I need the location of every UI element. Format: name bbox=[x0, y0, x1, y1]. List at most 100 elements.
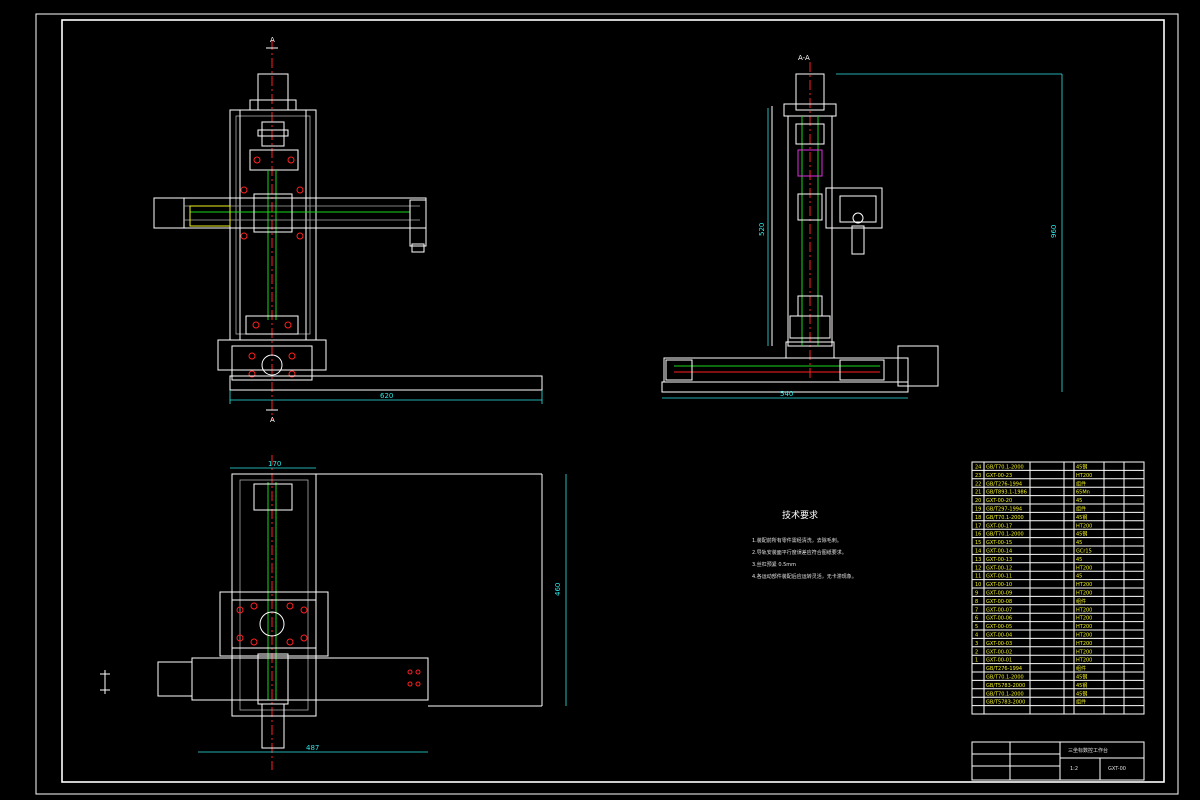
drawing-name: 三坐标数控工作台 bbox=[1068, 747, 1108, 754]
bom-cell: HT200 bbox=[1076, 523, 1092, 529]
bom-cell: 3 bbox=[975, 641, 978, 647]
bom-cell: 45 bbox=[1076, 540, 1082, 546]
bom-cell: GXT-00-20 bbox=[986, 498, 1012, 504]
bom-cell: GB/T70.1-2000 bbox=[986, 532, 1024, 538]
bom-cell: 6 bbox=[975, 616, 978, 622]
bom-cell: HT200 bbox=[1076, 582, 1092, 588]
bom-cell: 22 bbox=[975, 481, 981, 487]
bom-cell: 2 bbox=[975, 649, 978, 655]
bom-cell: GB/T70.1-2000 bbox=[986, 675, 1024, 681]
bom-cell: HT200 bbox=[1076, 565, 1092, 571]
front-view: A A 620 bbox=[153, 36, 543, 424]
bom-cell: 21 bbox=[975, 490, 981, 496]
bom-cell: 18 bbox=[975, 515, 981, 521]
bom-cell: GXT-00-15 bbox=[986, 540, 1012, 546]
bom-cell: 45 bbox=[1076, 557, 1082, 563]
bom-cell: 24 bbox=[975, 465, 981, 471]
bom-cell: HT200 bbox=[1076, 624, 1092, 630]
bom-cell: 组件 bbox=[1076, 665, 1086, 672]
bom-cell: 4 bbox=[975, 633, 978, 639]
bom-cell: 7 bbox=[975, 607, 978, 613]
bom-cell: GXT-00-03 bbox=[986, 641, 1012, 647]
bom-cell: GXT-00-23 bbox=[986, 473, 1012, 479]
bom-cell: GXT-00-01 bbox=[986, 658, 1012, 664]
top-dim-width2: 487 bbox=[306, 744, 319, 752]
note-1: 1.装配前所有零件需经清洗，去除毛刺。 bbox=[752, 537, 842, 544]
bom-cell: GXT-00-17 bbox=[986, 523, 1012, 529]
section-mark-bottom: A bbox=[270, 416, 275, 424]
bom-cell: 45钢 bbox=[1076, 514, 1087, 521]
bom-cell: 65Mn bbox=[1076, 490, 1090, 496]
bom-cell: HT200 bbox=[1076, 591, 1092, 597]
bom-cell: HT200 bbox=[1076, 641, 1092, 647]
bom-cell: GXT-00-09 bbox=[986, 591, 1012, 597]
bom-cell: 45 bbox=[1076, 574, 1082, 580]
bom-cell: 23 bbox=[975, 473, 981, 479]
bom-cell: 15 bbox=[975, 540, 981, 546]
bom-cell: 14 bbox=[975, 549, 981, 555]
bom-cell: 8 bbox=[975, 599, 978, 605]
note-2: 2.导轨安装面平行度误差应符合图纸要求。 bbox=[752, 549, 847, 556]
bom-cell: 45钢 bbox=[1076, 690, 1087, 697]
section-mark-top: A bbox=[270, 36, 275, 44]
bom-cell: GXT-00-08 bbox=[986, 599, 1012, 605]
bom-cell: 组件 bbox=[1076, 480, 1086, 487]
bom-cell: HT200 bbox=[1076, 633, 1092, 639]
bom-cell: 11 bbox=[975, 574, 981, 580]
front-dim-width: 620 bbox=[380, 392, 393, 400]
cad-drawing-sheet: A A 620 A-A 960 520 540 170 460 487 技术要求… bbox=[35, 13, 1179, 795]
bom-cell: 组件 bbox=[1076, 598, 1086, 605]
bom-cell: 组件 bbox=[1076, 506, 1086, 513]
side-dim-width: 540 bbox=[780, 390, 793, 398]
bom-cell: HT200 bbox=[1076, 649, 1092, 655]
bom-cell: 16 bbox=[975, 532, 981, 538]
bom-cell: GB/T70.1-2000 bbox=[986, 691, 1024, 697]
bom-cell: 10 bbox=[975, 582, 981, 588]
side-section-label: A-A bbox=[798, 54, 810, 62]
bom-cell: GXT-00-05 bbox=[986, 624, 1012, 630]
technical-notes: 技术要求 1.装配前所有零件需经清洗，去除毛刺。 2.导轨安装面平行度误差应符合… bbox=[752, 509, 857, 580]
top-dim-width: 170 bbox=[268, 460, 281, 468]
top-dim-height: 460 bbox=[554, 583, 562, 596]
bom-cell: 5 bbox=[975, 624, 978, 630]
bom-cell: GB/T276-1994 bbox=[986, 481, 1022, 487]
bom-cell: HT200 bbox=[1076, 473, 1092, 479]
bom-cell: 组件 bbox=[1076, 699, 1086, 706]
bom-cell: GB/T70.1-2000 bbox=[986, 465, 1024, 471]
bom-cell: GXT-00-12 bbox=[986, 565, 1012, 571]
bom-cell: 19 bbox=[975, 507, 981, 513]
bom-cell: GXT-00-14 bbox=[986, 549, 1012, 555]
bom-cell: GXT-00-13 bbox=[986, 557, 1012, 563]
bom-cell: 12 bbox=[975, 565, 981, 571]
note-3: 3.丝杠预紧 0.5mm bbox=[752, 561, 796, 568]
bom-cell: 13 bbox=[975, 557, 981, 563]
side-view: A-A 960 520 540 bbox=[661, 54, 1063, 399]
bom-cell: GCr15 bbox=[1076, 549, 1092, 555]
bom-cell: 17 bbox=[975, 523, 981, 529]
bom-cell: HT200 bbox=[1076, 607, 1092, 613]
bom-cell: 45 bbox=[1076, 498, 1082, 504]
bom-cell: GB/T297-1994 bbox=[986, 507, 1022, 513]
bom-cell: GB/T70.1-2000 bbox=[986, 515, 1024, 521]
title-block: 三坐标数控工作台 GXT-00 1:2 bbox=[971, 741, 1145, 781]
note-4: 4.各运动部件装配后应运转灵活，无卡滞现象。 bbox=[752, 573, 857, 580]
bom-cell: GB/T5783-2000 bbox=[986, 700, 1025, 706]
bom-cell: 45钢 bbox=[1076, 531, 1087, 538]
notes-title: 技术要求 bbox=[782, 509, 818, 521]
bom-cell: 9 bbox=[975, 591, 978, 597]
bom-cell: GB/T5783-2000 bbox=[986, 683, 1025, 689]
bom-cell: 1 bbox=[975, 658, 978, 664]
bom-cell: HT200 bbox=[1076, 658, 1092, 664]
side-dim-height2: 960 bbox=[1050, 225, 1058, 238]
side-dim-height: 520 bbox=[758, 223, 766, 236]
drawing-number: GXT-00 bbox=[1108, 766, 1126, 772]
bom-cell: 45钢 bbox=[1076, 464, 1087, 471]
bom-cell: GB/T893.1-1986 bbox=[986, 490, 1027, 496]
bom-cell: GXT-00-06 bbox=[986, 616, 1012, 622]
bom-cell: GXT-00-04 bbox=[986, 633, 1012, 639]
top-view: 170 460 487 bbox=[100, 455, 567, 770]
bom-cell: HT200 bbox=[1076, 616, 1092, 622]
bom-cell: 20 bbox=[975, 498, 981, 504]
bom-cell: GXT-00-02 bbox=[986, 649, 1012, 655]
bom-cell: GXT-00-07 bbox=[986, 607, 1012, 613]
